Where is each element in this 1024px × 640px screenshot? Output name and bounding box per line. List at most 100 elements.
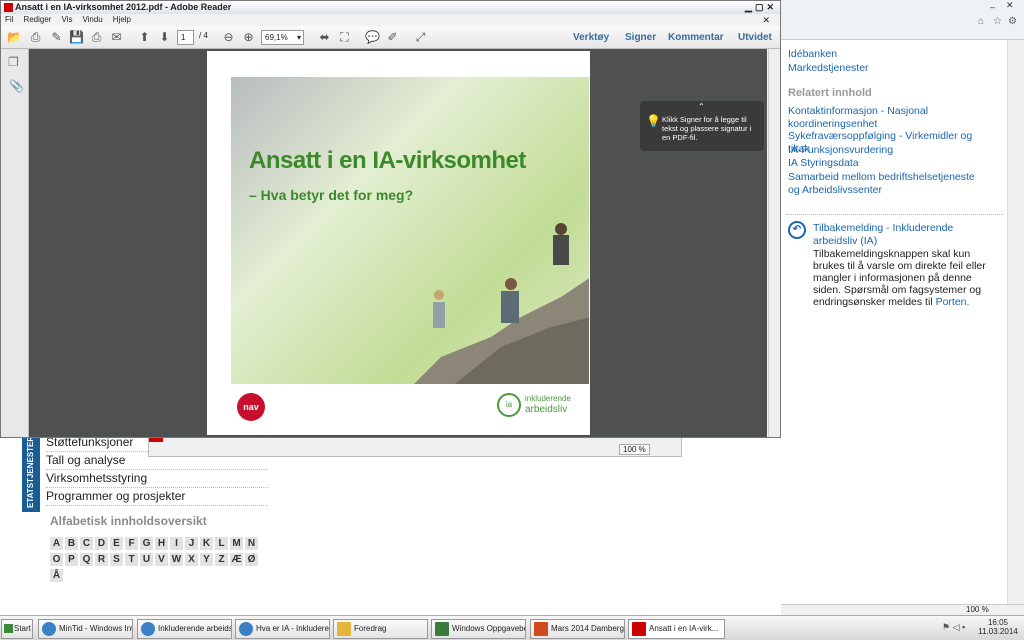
nav-item-virksomhetsstyring[interactable]: Virksomhetsstyring [46,470,268,488]
related-link[interactable]: Kontaktinformasjon - Nasjonal koordineri… [788,105,988,131]
settings-icon[interactable]: ⚙ [1008,16,1017,27]
clock-time: 16:05 [987,618,1009,627]
link-idebanken[interactable]: Idébanken [788,48,988,61]
clock[interactable]: 16:05 11.03.2014 [975,618,1021,636]
email-icon[interactable]: ✉ [109,30,124,45]
edit-icon[interactable]: ✎ [49,30,64,45]
alpha-letter[interactable]: C [80,537,93,550]
alpha-letter[interactable]: F [125,537,138,550]
menu-vindu[interactable]: Vindu [82,15,102,24]
taskbar-label: Hva er IA - Inkludere... [256,624,330,633]
alpha-letter[interactable]: V [155,553,168,566]
print-icon[interactable]: ⎙ [89,30,104,45]
reader-scrollbar[interactable] [768,49,780,437]
porten-link[interactable]: Porten. [936,296,970,308]
alpha-letter[interactable]: Æ [230,553,243,566]
alpha-letter[interactable]: Q [80,553,93,566]
tray-icons[interactable]: ⚑ ◁ ▪ [942,622,965,633]
alpha-letter[interactable]: X [185,553,198,566]
comment-icon[interactable]: 💬 [365,30,380,45]
taskbar-label: Inkluderende arbeidsl... [158,624,231,633]
close-doc-icon[interactable]: ✕ [762,14,770,26]
save-icon[interactable]: 💾 [69,30,84,45]
nav-item-programmer[interactable]: Programmer og prosjekter [46,488,268,506]
taskbar-btn-powerpoint[interactable]: Mars 2014 Damberg I... [530,619,625,639]
tools-button[interactable]: Verktøy [573,30,609,45]
link-markedstjenester[interactable]: Markedstjenester [788,62,988,75]
alpha-letter[interactable]: R [95,553,108,566]
related-link[interactable]: IA-Funksjonsvurdering [788,144,988,157]
alpha-letter[interactable]: S [110,553,123,566]
adobe-reader-window: Ansatt i en IA-virksomhet 2012.pdf - Ado… [0,0,781,438]
expand-icon[interactable]: ⤢ [413,30,428,45]
pdf-page: Ansatt i en IA-virksomhet – Hva betyr de… [207,51,590,435]
vertical-scrollbar[interactable] [1007,40,1024,604]
next-page-icon[interactable]: ⬇ [157,30,172,45]
menu-rediger[interactable]: Rediger [23,15,51,24]
alpha-letter[interactable]: Z [215,553,228,566]
attachment-icon[interactable]: 📎 [9,79,24,93]
alpha-letter[interactable]: G [140,537,153,550]
vertical-tab[interactable]: ETATSTJENESTER [22,432,40,512]
alpha-letter[interactable]: K [200,537,213,550]
related-link[interactable]: Samarbeid mellom bedriftshelsetjeneste o… [788,171,988,197]
alpha-letter[interactable]: Y [200,553,213,566]
highlight-icon[interactable]: ✐ [385,30,400,45]
window-controls-icon[interactable]: ▁▢✕ [745,1,777,14]
alpha-letter[interactable]: W [170,553,183,566]
alpha-letter[interactable]: Ø [245,553,258,566]
alpha-letter[interactable]: A [50,537,63,550]
fit-page-icon[interactable]: ⛶ [337,30,352,45]
alpha-letter[interactable]: P [65,553,78,566]
lightbulb-icon: 💡 [646,114,661,128]
alpha-letter[interactable]: D [95,537,108,550]
alpha-letter[interactable]: O [50,553,63,566]
alpha-letter[interactable]: L [215,537,228,550]
zoom-out-icon[interactable]: ⊖ [221,30,236,45]
create-pdf-icon[interactable]: ⎙ [28,30,43,45]
taskbar-btn-inkluderende[interactable]: Inkluderende arbeidsl... [137,619,232,639]
zoom-in-icon[interactable]: ⊕ [241,30,256,45]
alpha-letter[interactable]: E [110,537,123,550]
zoom-select[interactable]: 69,1% ▾ [261,30,304,45]
feedback-text: Tilbakemeldingsknappen skal kun brukes t… [813,248,993,308]
favorites-icon[interactable]: ☆ [993,16,1002,27]
pages-icon[interactable]: ❐ [8,55,19,69]
chevron-down-icon[interactable]: ▾ [297,31,301,44]
feedback-icon[interactable]: ↶ [788,221,806,239]
alpha-letter[interactable]: N [245,537,258,550]
feedback-title[interactable]: Tilbakemelding - Inkluderende arbeidsliv… [813,222,993,248]
minimize-icon[interactable]: – [990,2,995,12]
alpha-letter[interactable]: B [65,537,78,550]
related-link[interactable]: IA Styringsdata [788,157,988,170]
taskbar-btn-mintid[interactable]: MinTid - Windows Int... [38,619,133,639]
zoom-status[interactable]: 100 % [966,605,989,615]
alpha-letter[interactable]: I [170,537,183,550]
taskbar-btn-hva-er-ia[interactable]: Hva er IA - Inkludere... [235,619,330,639]
alpha-letter[interactable]: H [155,537,168,550]
taskbar-btn-foredrag[interactable]: Foredrag [333,619,428,639]
alpha-letter[interactable]: Å [50,569,63,582]
alpha-letter[interactable]: T [125,553,138,566]
page-number-input[interactable]: 1 [177,30,194,45]
menu-fil[interactable]: Fil [5,15,13,24]
taskbar-btn-reader-active[interactable]: Ansatt i en IA-virk... [628,619,725,639]
open-icon[interactable]: 📂 [7,30,22,45]
extended-button[interactable]: Utvidet [738,30,772,45]
zoom-indicator[interactable]: 100 % [619,444,650,455]
fit-width-icon[interactable]: ⬌ [317,30,332,45]
sign-button[interactable]: Signer [625,30,656,45]
start-button[interactable]: Start [1,619,33,639]
alpha-letter[interactable]: M [230,537,243,550]
comment-button[interactable]: Kommentar [668,30,724,45]
chevron-up-icon[interactable]: ⌃ [698,102,705,111]
prev-page-icon[interactable]: ⬆ [137,30,152,45]
taskbar-btn-oppgavebehandling[interactable]: Windows Oppgavebe... [431,619,526,639]
close-icon[interactable]: ✕ [1006,0,1014,11]
home-icon[interactable]: ⌂ [978,16,984,27]
menu-vis[interactable]: Vis [61,15,72,24]
alpha-letter[interactable]: J [185,537,198,550]
menu-hjelp[interactable]: Hjelp [113,15,131,24]
tooltip-text: Klikk Signer for å legge til tekst og pl… [662,115,752,142]
alpha-letter[interactable]: U [140,553,153,566]
